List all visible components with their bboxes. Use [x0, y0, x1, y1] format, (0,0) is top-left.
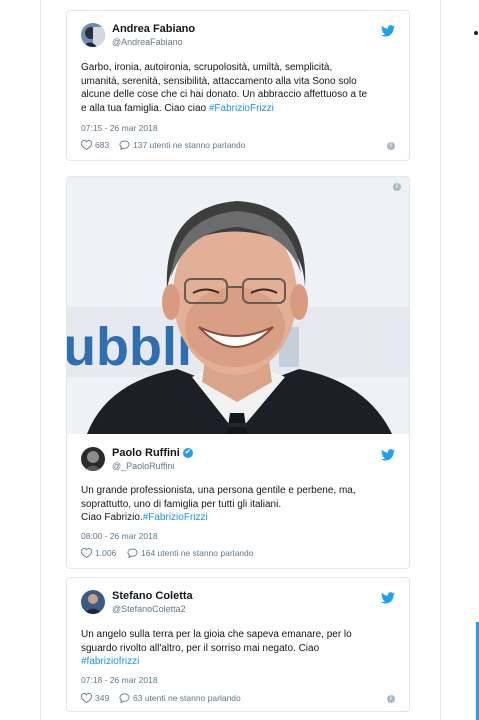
tweet-header: Stefano Coletta @StefanoColetta2	[81, 590, 395, 622]
author-name-text: Paolo Ruffini	[112, 447, 180, 459]
author-handle[interactable]: @AndreaFabiano	[112, 37, 183, 47]
like-count: 349	[95, 693, 110, 703]
tweet-text-line: Garbo, ironia, autoironia, scrupolosità,…	[81, 62, 333, 73]
tweet-text-line: umanità, serenità, sensibilità, attaccam…	[81, 75, 357, 87]
conversation-action[interactable]: 164 utenti ne stanno parlando	[127, 548, 253, 558]
conversation-count: 164 utenti ne stanno parlando	[141, 548, 254, 558]
author-handle[interactable]: @_PaoloRuffini	[112, 461, 175, 471]
hashtag-link[interactable]: #fabriziofrizzi	[81, 656, 139, 667]
heart-icon	[81, 693, 92, 703]
author-name[interactable]: Stefano Coletta	[112, 590, 193, 602]
tweet-text-segment: e alla tua famiglia. Ciao ciao	[81, 102, 209, 114]
like-action[interactable]: 683	[81, 140, 109, 150]
avatar[interactable]	[81, 23, 105, 47]
tweet-text-line: Un grande professionista, una persona ge…	[81, 485, 356, 496]
tweet-photo[interactable]: ubbli i	[67, 177, 409, 434]
tweet-header: Paolo Ruffini ✔ @_PaoloRuffini	[81, 447, 395, 479]
column-divider-left	[40, 0, 41, 720]
author-name[interactable]: Andrea Fabiano	[112, 23, 195, 35]
tweet-text: Un angelo sulla terra per la gioia che s…	[81, 628, 395, 669]
embedded-tweet-card[interactable]: Stefano Coletta @StefanoColetta2 Un ange…	[66, 577, 410, 712]
author-handle[interactable]: @StefanoColetta2	[112, 604, 186, 614]
speech-bubble-icon	[119, 693, 130, 703]
tweet-text: Un grande professionista, una persona ge…	[81, 484, 395, 525]
tweet-text-line: alcune delle cose che ci hai donato. Un …	[81, 89, 368, 101]
bullet-dot	[474, 31, 478, 35]
verified-badge-icon: ✔	[182, 448, 193, 459]
tweet-timestamp[interactable]: 07:15 - 26 mar 2018	[81, 123, 158, 133]
like-action[interactable]: 349	[81, 693, 109, 703]
conversation-count: 137 utenti ne stanno parlando	[133, 140, 246, 150]
twitter-bird-icon[interactable]	[381, 449, 395, 461]
tweet-timestamp[interactable]: 07:18 - 26 mar 2018	[81, 675, 158, 685]
tweet-text-segment: Ciao Fabrizio.	[81, 512, 143, 524]
tweet-text-line: #fabriziofrizzi	[81, 655, 395, 669]
hashtag-link[interactable]: #FabrizioFrizzi	[209, 103, 274, 114]
tweet-text-line: sguardo rivolto all'altro, per il sorris…	[81, 642, 320, 654]
tweet-text-line: soprattutto, uno di famiglia per tutti g…	[81, 498, 282, 510]
embedded-tweet-card[interactable]: Andrea Fabiano @AndreaFabiano Garbo, iro…	[66, 10, 410, 161]
info-icon[interactable]: i	[393, 183, 401, 191]
tweet-timestamp[interactable]: 08:00 - 26 mar 2018	[81, 531, 158, 541]
like-count: 1.006	[95, 548, 117, 558]
like-count: 683	[95, 140, 110, 150]
speech-bubble-icon	[119, 140, 130, 150]
tweet-actions: 349 63 utenti ne stanno parlando i	[81, 693, 395, 707]
tweet-text: Garbo, ironia, autoironia, scrupolosità,…	[81, 61, 395, 115]
tweet-header: Andrea Fabiano @AndreaFabiano	[81, 23, 395, 55]
heart-icon	[81, 548, 92, 558]
info-icon[interactable]: i	[387, 142, 395, 150]
conversation-count: 63 utenti ne stanno parlando	[133, 693, 241, 703]
tweet-actions: 683 137 utenti ne stanno parlando i	[81, 140, 395, 154]
tweet-text-line: Ciao Fabrizio.#FabrizioFrizzi	[81, 511, 395, 525]
backdrop-lettering: ubbli	[67, 317, 192, 377]
tweet-text-line: Un angelo sulla terra per la gioia che s…	[81, 629, 352, 640]
hashtag-link[interactable]: #FabrizioFrizzi	[143, 512, 208, 523]
conversation-action[interactable]: 137 utenti ne stanno parlando	[119, 140, 245, 150]
twitter-bird-icon[interactable]	[381, 592, 395, 604]
embedded-tweet-card[interactable]: ubbli i Paolo Ruffini ✔ @_PaoloRuffini U…	[66, 176, 410, 569]
avatar[interactable]	[81, 447, 105, 471]
heart-icon	[81, 140, 92, 150]
speech-bubble-icon	[127, 548, 138, 558]
tweet-actions: 1.006 164 utenti ne stanno parlando	[81, 548, 395, 562]
info-icon[interactable]: i	[387, 695, 395, 703]
tweet-text-line: e alla tua famiglia. Ciao ciao #Fabrizio…	[81, 102, 395, 116]
portrait-image: ubbli	[67, 177, 409, 434]
twitter-bird-icon[interactable]	[381, 25, 395, 37]
conversation-action[interactable]: 63 utenti ne stanno parlando	[119, 693, 241, 703]
author-name[interactable]: Paolo Ruffini ✔	[112, 447, 193, 459]
column-divider-right	[440, 0, 441, 720]
like-action[interactable]: 1.006	[81, 548, 116, 558]
avatar[interactable]	[81, 590, 105, 614]
